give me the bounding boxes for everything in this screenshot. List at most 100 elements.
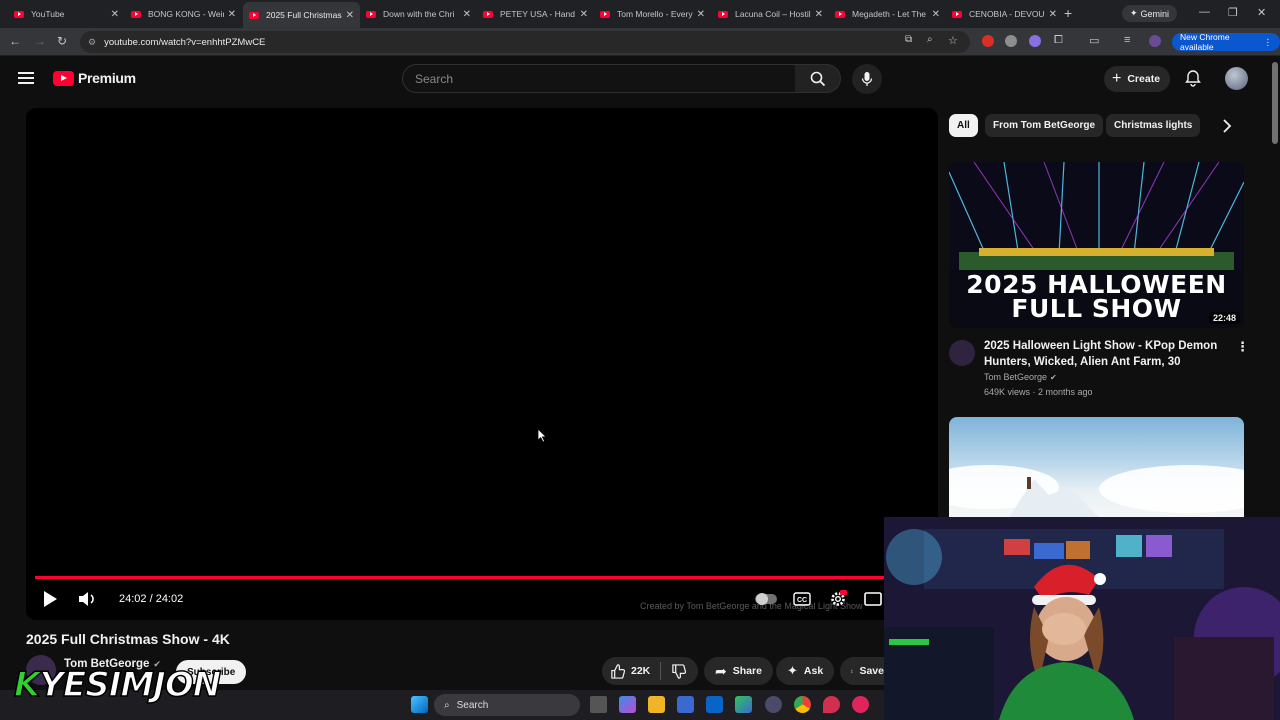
share-button[interactable]: ➦ Share [704, 657, 773, 685]
browser-tab[interactable]: Megadeth - Let The ✕ [829, 4, 946, 24]
new-tab-button[interactable]: + [1064, 5, 1072, 21]
autoplay-toggle[interactable] [755, 593, 777, 605]
task-view-icon[interactable] [590, 696, 607, 713]
close-tab-icon[interactable]: ✕ [815, 9, 823, 20]
browser-tab[interactable]: BONG KONG - Weir ✕ [125, 4, 242, 24]
extensions-puzzle-icon[interactable]: ⧠ [1054, 34, 1063, 47]
close-tab-icon[interactable]: ✕ [932, 9, 940, 20]
duration-badge: 22:48 [1208, 312, 1240, 324]
voice-search-button[interactable] [852, 64, 882, 94]
app-icon[interactable] [765, 696, 782, 713]
mail-icon[interactable] [706, 696, 723, 713]
copilot-icon[interactable] [619, 696, 636, 713]
progress-bar[interactable] [35, 576, 929, 579]
reading-list-icon[interactable]: ≡ [1124, 34, 1130, 46]
verified-badge-icon: ✔ [1050, 372, 1057, 382]
like-dislike-group: 22K [602, 657, 698, 685]
recommendation-channel[interactable]: Tom BetGeorge ✔ [984, 372, 1057, 382]
youtube-favicon-icon [483, 10, 493, 18]
youtube-favicon-icon [600, 10, 610, 18]
extension-icon[interactable] [982, 35, 994, 47]
more-vert-icon: ⋮ [1263, 36, 1273, 47]
video-player[interactable]: 24:02 / 24:02 Created by Tom BetGeorge a… [26, 108, 938, 620]
close-window-icon[interactable]: ✕ [1257, 6, 1266, 19]
recommendation-thumbnail[interactable]: 2025 HALLOWEEN FULL SHOW 22:48 [949, 162, 1244, 328]
create-button[interactable]: + Create [1104, 66, 1171, 92]
browser-tab[interactable]: Tom Morello - Every ✕ [594, 4, 711, 24]
search-icon: ⌕ [444, 699, 450, 711]
close-tab-icon[interactable]: ✕ [697, 9, 705, 20]
store-icon[interactable] [677, 696, 694, 713]
channel-avatar[interactable] [949, 340, 975, 366]
page-scrollbar[interactable] [1272, 62, 1278, 144]
close-tab-icon[interactable]: ✕ [346, 10, 354, 21]
ask-button[interactable]: ✦ Ask [776, 657, 835, 685]
recommendation-thumbnail[interactable] [949, 417, 1244, 517]
file-explorer-icon[interactable] [648, 696, 665, 713]
maps-pin-icon[interactable] [823, 696, 840, 713]
profile-avatar[interactable] [1149, 35, 1161, 47]
gemini-button[interactable]: ✦ Gemini [1122, 5, 1178, 22]
minimize-icon[interactable]: — [1199, 6, 1210, 18]
browser-tab-active[interactable]: 2025 Full Christmas ✕ [243, 2, 360, 28]
more-vert-icon[interactable]: ⋮ [1236, 339, 1249, 355]
search-button[interactable] [795, 64, 841, 93]
youtube-favicon-icon [131, 10, 141, 18]
chip-all[interactable]: All [949, 114, 978, 137]
address-bar[interactable]: ⚙ youtube.com/watch?v=enhhtPZMwCE [80, 31, 970, 53]
settings-gear-icon[interactable] [829, 590, 847, 608]
notifications-bell-icon[interactable] [1184, 69, 1202, 87]
chrome-icon[interactable] [794, 696, 811, 713]
restore-icon[interactable]: ❐ [1228, 6, 1238, 19]
youtube-favicon-icon [952, 10, 962, 18]
chip-from-channel[interactable]: From Tom BetGeorge [985, 114, 1104, 137]
obs-record-icon[interactable] [852, 696, 869, 713]
recommendation-title[interactable]: 2025 Halloween Light Show - KPop Demon H… [984, 338, 1230, 370]
mountain-clouds-graphic [949, 465, 1244, 517]
streamer-watermark-logo: KYESIMJON [13, 665, 222, 705]
youtube-favicon-icon [249, 11, 259, 19]
search-input[interactable]: Search [402, 64, 796, 93]
zoom-icon[interactable]: ⌕ [927, 34, 933, 45]
new-chrome-available-button[interactable]: New Chrome available ⋮ [1172, 32, 1280, 52]
forward-icon[interactable]: → [34, 34, 46, 48]
extension-icon[interactable] [1029, 35, 1041, 47]
volume-icon[interactable] [78, 590, 98, 608]
browser-tab[interactable]: CENOBIA - DEVOU ✕ [946, 4, 1063, 24]
close-tab-icon[interactable]: ✕ [228, 9, 236, 20]
like-count[interactable]: 22K [631, 665, 650, 677]
browser-tab[interactable]: Lacuna Coil – Hostil ✕ [712, 4, 829, 24]
menu-icon[interactable] [18, 72, 34, 84]
chip-christmas-lights[interactable]: Christmas lights [1106, 114, 1201, 137]
reload-icon[interactable]: ↻ [57, 34, 67, 48]
extension-icon[interactable] [1005, 35, 1017, 47]
browser-tab[interactable]: PETEY USA - Hand ✕ [477, 4, 594, 24]
thumbs-down-icon[interactable] [671, 663, 687, 679]
closed-captions-icon[interactable]: CC [793, 592, 811, 606]
taskbar-search[interactable]: ⌕ Search [434, 694, 580, 716]
bookmark-star-icon[interactable]: ☆ [948, 34, 958, 47]
site-info-icon[interactable]: ⚙ [88, 37, 96, 48]
chevron-right-icon[interactable] [1217, 117, 1235, 135]
back-icon[interactable]: ← [9, 34, 21, 48]
thumbs-up-icon[interactable] [610, 663, 625, 679]
close-tab-icon[interactable]: ✕ [1049, 9, 1057, 20]
save-button[interactable]: Save [840, 657, 884, 685]
close-tab-icon[interactable]: ✕ [111, 9, 119, 20]
close-tab-icon[interactable]: ✕ [580, 9, 588, 20]
windows-start-icon[interactable] [411, 696, 428, 713]
browser-tab-strip: YouTube ✕ BONG KONG - Weir ✕ 2025 Full Chr… [0, 0, 1280, 28]
play-icon[interactable] [42, 590, 58, 608]
office-icon[interactable] [735, 696, 752, 713]
plus-icon: + [1112, 70, 1122, 87]
mouse-cursor-icon [537, 428, 547, 443]
browser-tab[interactable]: YouTube ✕ [8, 4, 125, 24]
account-avatar[interactable] [1225, 67, 1248, 90]
sidepanel-icon[interactable]: ▭ [1089, 34, 1099, 47]
cast-icon[interactable]: ⧉ [905, 34, 912, 45]
close-tab-icon[interactable]: ✕ [463, 9, 471, 20]
browser-tab[interactable]: Down with the Chri ✕ [360, 4, 477, 24]
search-icon [810, 71, 825, 86]
youtube-premium-logo[interactable]: Premium [53, 70, 136, 86]
theater-mode-icon[interactable] [864, 592, 882, 606]
